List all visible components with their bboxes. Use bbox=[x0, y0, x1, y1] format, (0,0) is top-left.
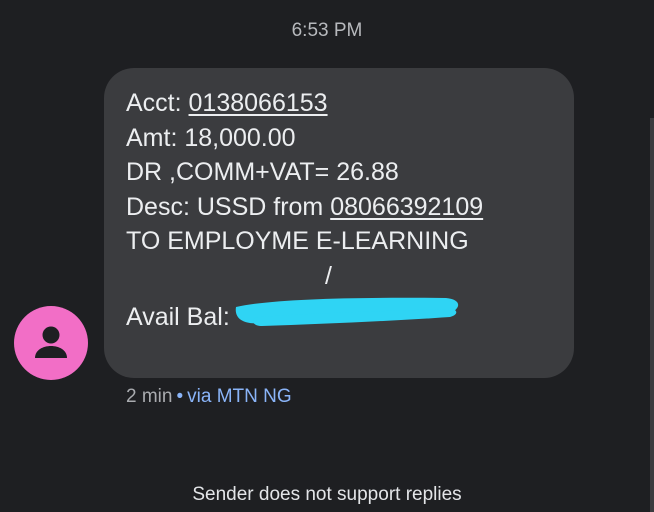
via-carrier: via MTN NG bbox=[187, 386, 292, 407]
account-label: Acct: bbox=[126, 89, 189, 117]
description-line: Desc: USSD from 08066392109 bbox=[126, 190, 574, 225]
message-age: 2 min bbox=[126, 386, 173, 407]
message-bubble[interactable]: Acct: 0138066153 Amt: 18,000.00 DR ,COMM… bbox=[104, 68, 574, 378]
scroll-edge bbox=[650, 118, 654, 512]
account-number-link[interactable]: 0138066153 bbox=[189, 89, 328, 117]
account-line: Acct: 0138066153 bbox=[126, 86, 574, 121]
amount-line: Amt: 18,000.00 bbox=[126, 123, 296, 152]
message-meta: 2 min • via MTN NG bbox=[126, 386, 292, 408]
balance-label: Avail Bal: bbox=[126, 303, 230, 331]
person-icon bbox=[35, 326, 67, 358]
balance-line: Avail Bal: bbox=[126, 293, 574, 335]
phone-number-link[interactable]: 08066392109 bbox=[330, 193, 483, 221]
slash-line: / bbox=[325, 261, 332, 290]
description-label: Desc: USSD from bbox=[126, 192, 331, 221]
reply-not-supported-notice: Sender does not support replies bbox=[192, 484, 462, 505]
meta-separator: • bbox=[176, 386, 184, 407]
message-timestamp: 6:53 PM bbox=[291, 20, 363, 41]
recipient-line: TO EMPLOYME E-LEARNING bbox=[126, 227, 469, 255]
charge-line: DR ,COMM+VAT= 26.88 bbox=[126, 158, 399, 186]
sender-avatar[interactable] bbox=[14, 306, 88, 380]
balance-redaction bbox=[232, 293, 464, 329]
